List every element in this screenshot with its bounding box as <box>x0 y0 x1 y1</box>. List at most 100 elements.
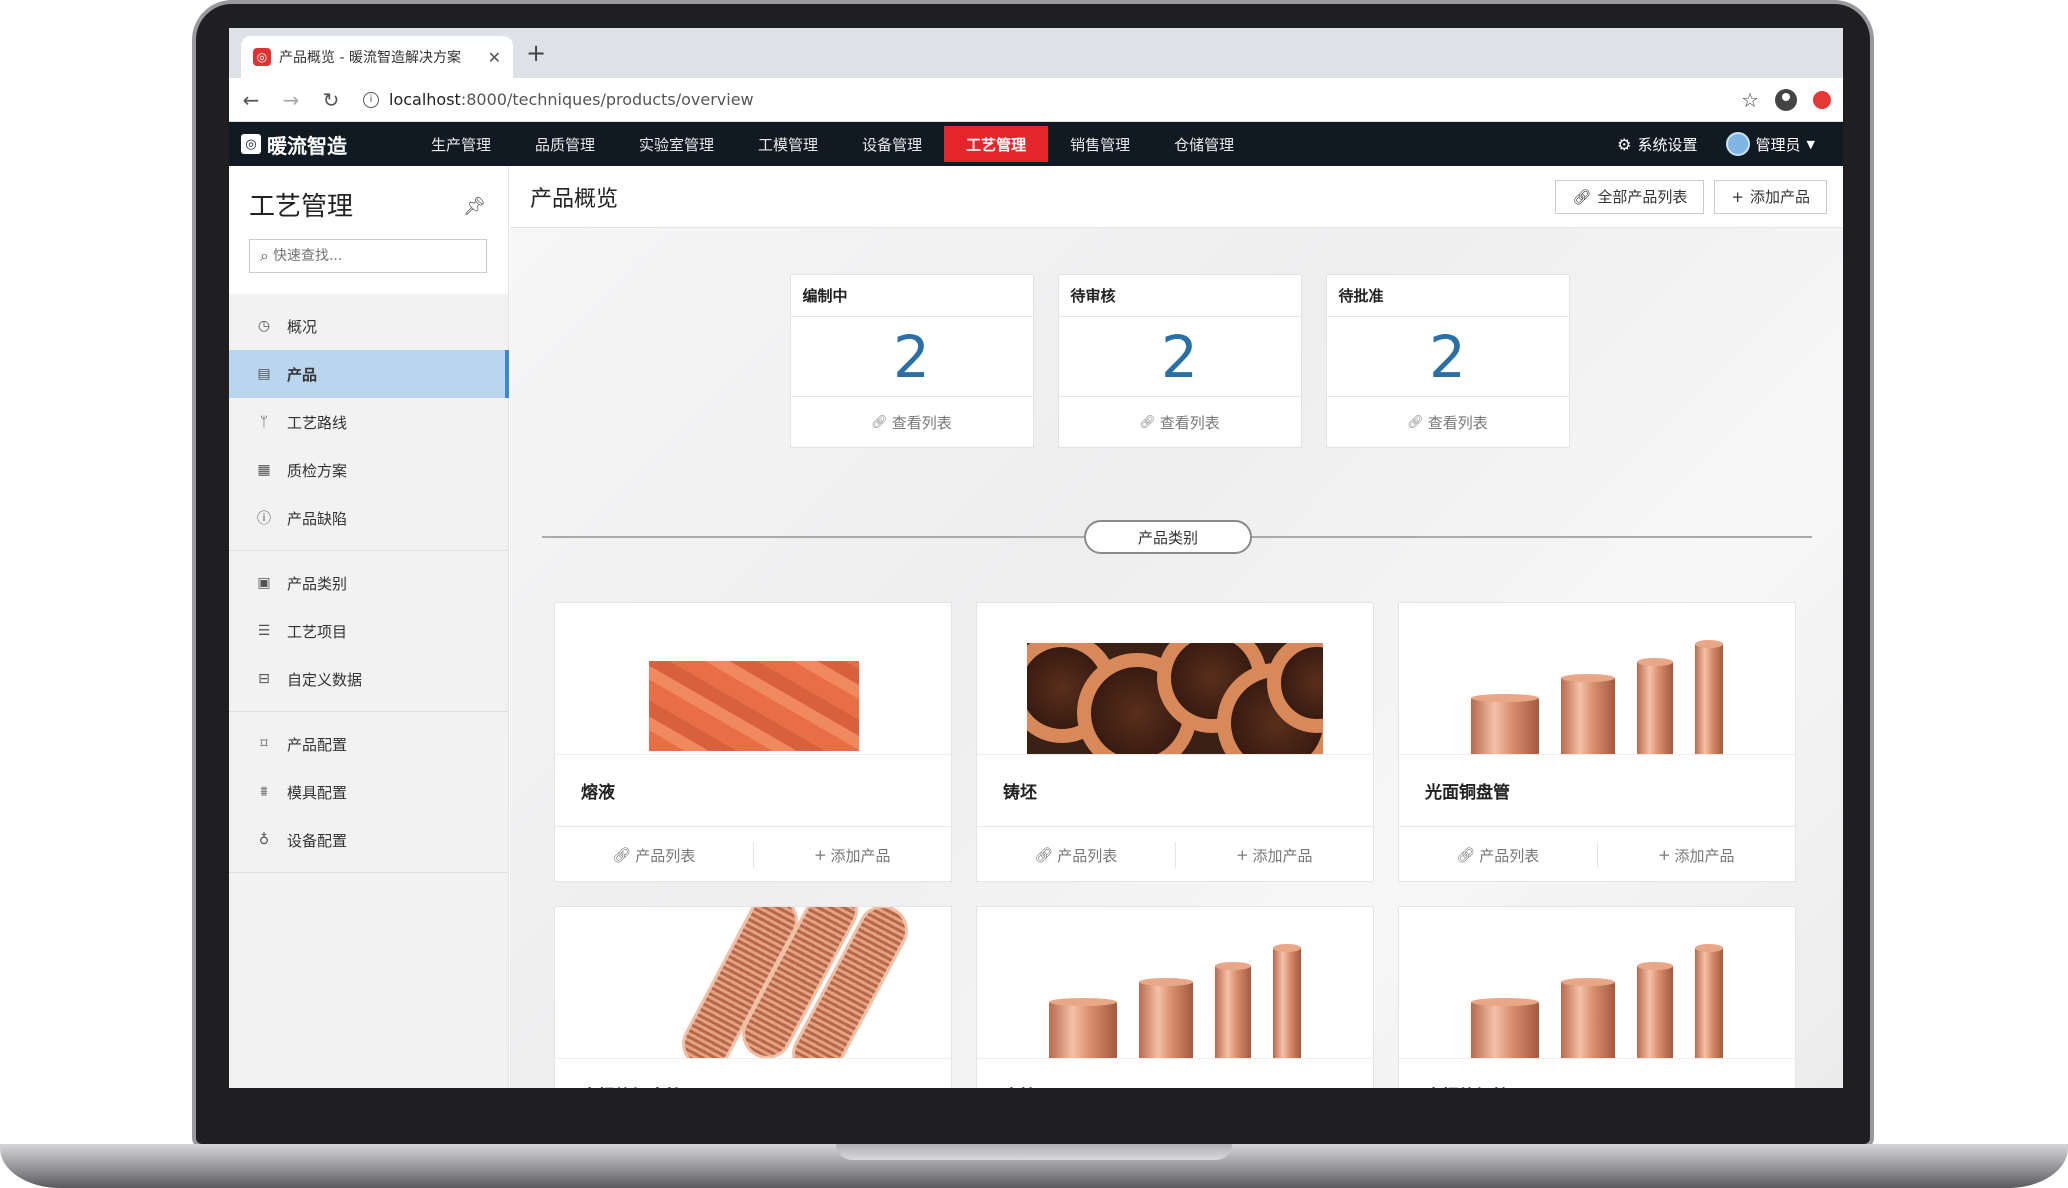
view-list-label: 查看列表 <box>891 413 952 432</box>
stat-card: 待批准 2 🔗︎ 查看列表 <box>1325 274 1570 448</box>
url-host: localhost <box>389 90 461 109</box>
menu-group: ◷ 概况 ▤ 产品 ᛘ 工艺路线 ▦ 质检方案 ⓘ 产品缺陷 <box>229 294 509 551</box>
stat-label: 待审核 <box>1058 275 1301 317</box>
category-icon: ▣ <box>257 575 271 591</box>
add-product-link[interactable]: + 添加产品 <box>1596 842 1796 868</box>
close-icon[interactable]: ✕ <box>488 48 501 67</box>
product-list-label: 产品列表 <box>1479 846 1540 865</box>
product-icon: ▤ <box>257 366 271 382</box>
category-card[interactable]: 铸坯 🔗︎ 产品列表 + 添加产品 <box>976 602 1374 882</box>
brand-name: 暖流智造 <box>267 133 347 158</box>
menu-group: ⌑ 产品配置 ⩩ 模具配置 ♁ 设备配置 <box>229 712 508 873</box>
topnav-item[interactable]: 设备管理 <box>840 126 944 162</box>
sidebar-item[interactable]: ⌑ 产品配置 <box>229 720 508 768</box>
search-box: ⌕ <box>249 239 487 273</box>
link-icon: 🔗︎ <box>1572 187 1592 206</box>
sidebar-menu: ◷ 概况 ▤ 产品 ᛘ 工艺路线 ▦ 质检方案 ⓘ 产品缺陷 ▣ 产品类别 ☰ 工艺项目 ⊟ 自定义数据 ⌑ 产品… <box>229 294 509 873</box>
extension-icon[interactable] <box>1813 90 1831 109</box>
sidebar-item-label: 自定义数据 <box>287 670 363 689</box>
tab-title: 产品概览 - 暖流智造解决方案 <box>279 50 461 66</box>
sidebar-item[interactable]: ▦ 质检方案 <box>229 446 508 494</box>
search-input[interactable] <box>272 248 473 264</box>
link-icon: 🔗︎ <box>1034 846 1054 864</box>
stat-value: 2 <box>790 317 1033 397</box>
category-card[interactable]: 熔液 🔗︎ 产品列表 + 添加产品 <box>554 602 952 882</box>
topnav-item[interactable]: 仓储管理 <box>1152 126 1256 162</box>
topnav-item[interactable]: 生产管理 <box>409 126 513 162</box>
product-list-link[interactable]: 🔗︎ 产品列表 <box>555 845 753 866</box>
sidebar-item[interactable]: ᛘ 工艺路线 <box>229 398 508 446</box>
app-header: ◎ 暖流智造 生产管理 品质管理 实验室管理 工模管理 设备管理 工艺管理 销售管理 仓储管理… <box>229 122 1843 166</box>
url-field[interactable]: i localhost:8000/techniques/products/ove… <box>363 90 1741 109</box>
inner-groove-tube-image <box>673 907 917 1058</box>
profile-icon[interactable] <box>1775 88 1797 111</box>
sidebar-item[interactable]: ▤ 产品 <box>229 350 509 398</box>
add-product-link[interactable]: + 添加产品 <box>752 842 952 868</box>
category-image <box>1399 907 1795 1059</box>
topnav-item[interactable]: 品质管理 <box>513 126 617 162</box>
topnav-item[interactable]: 工艺管理 <box>944 126 1049 162</box>
stat-label: 待批准 <box>1326 275 1569 317</box>
topnav-item[interactable]: 销售管理 <box>1048 126 1152 162</box>
view-list-link[interactable]: 🔗︎ 查看列表 <box>791 397 1033 447</box>
category-card[interactable]: 直管🔗︎产品列表+添加产品 <box>976 906 1374 1088</box>
topnav-item[interactable]: 实验室管理 <box>617 126 736 162</box>
topnav-item[interactable]: 工模管理 <box>736 126 840 162</box>
inspection-icon: ▦ <box>257 462 271 478</box>
category-name: 光面铜盘管 <box>1399 755 1795 827</box>
laptop-notch <box>836 1144 1232 1160</box>
sidebar-item[interactable]: ♁ 设备配置 <box>229 816 508 864</box>
forward-icon[interactable]: → <box>273 82 309 118</box>
copper-tubes-image <box>1471 944 1723 1058</box>
view-list-label: 查看列表 <box>1427 413 1488 432</box>
add-product-label: 添加产品 <box>1252 846 1313 865</box>
back-icon[interactable]: ← <box>233 82 269 118</box>
bookmark-star-icon[interactable]: ☆ <box>1741 88 1759 112</box>
sidebar-item[interactable]: ☰ 工艺项目 <box>229 607 508 655</box>
browser-tab[interactable]: ◎ 产品概览 - 暖流智造解决方案 ✕ <box>241 36 513 78</box>
sidebar-title: 工艺管理 <box>249 192 354 222</box>
stat-value: 2 <box>1058 317 1301 397</box>
category-card[interactable]: 光面铜盘管 🔗︎ 产品列表 + 添加产品 <box>1398 602 1796 882</box>
category-card[interactable]: 内螺纹铜盘管🔗︎产品列表+添加产品 <box>554 906 952 1088</box>
brand[interactable]: ◎ 暖流智造 <box>241 130 401 159</box>
category-image <box>555 907 951 1059</box>
product-list-link[interactable]: 🔗︎ 产品列表 <box>977 845 1175 866</box>
caret-down-icon: ▼ <box>1806 137 1815 151</box>
reload-icon[interactable]: ↻ <box>313 82 349 118</box>
add-product-link[interactable]: + 添加产品 <box>1174 842 1374 868</box>
category-card[interactable]: 内螺纹坯管🔗︎产品列表+添加产品 <box>1398 906 1796 1088</box>
copper-tubes-image <box>1471 640 1723 754</box>
sidebar-item-label: 产品类别 <box>287 574 348 593</box>
view-list-link[interactable]: 🔗︎ 查看列表 <box>1327 397 1569 447</box>
product-list-label: 产品列表 <box>1057 846 1118 865</box>
info-icon[interactable]: i <box>363 91 379 108</box>
sidebar-item-label: 概况 <box>287 317 318 336</box>
sidebar-item[interactable]: ⊟ 自定义数据 <box>229 655 508 703</box>
sidebar-item[interactable]: ◷ 概况 <box>229 302 508 350</box>
gear-icon: ⚙ <box>1617 134 1632 154</box>
system-settings-button[interactable]: ⚙ 系统设置 <box>1617 134 1697 155</box>
all-products-button[interactable]: 🔗︎ 全部产品列表 <box>1555 179 1705 214</box>
list-icon: ☰ <box>257 623 271 639</box>
pin-icon[interactable]: 📌︎ <box>463 196 486 217</box>
browser-tabbar: ◎ 产品概览 - 暖流智造解决方案 ✕ + <box>229 28 1843 78</box>
add-product-label: 添加产品 <box>830 846 891 865</box>
stat-value: 2 <box>1326 317 1569 397</box>
stat-label: 编制中 <box>790 275 1033 317</box>
category-image <box>555 603 951 755</box>
plus-icon: + <box>1657 846 1671 864</box>
sidebar-item[interactable]: ▣ 产品类别 <box>229 559 508 607</box>
product-list-link[interactable]: 🔗︎ 产品列表 <box>1399 845 1597 866</box>
user-menu[interactable]: 管理员 ▼ <box>1725 132 1815 156</box>
sidebar-item[interactable]: ⓘ 产品缺陷 <box>229 494 508 542</box>
sidebar-item-label: 工艺路线 <box>287 413 348 432</box>
new-tab-button[interactable]: + <box>521 38 551 68</box>
mold-icon: ⩩ <box>260 784 268 800</box>
menu-group: ▣ 产品类别 ☰ 工艺项目 ⊟ 自定义数据 <box>229 551 508 712</box>
view-list-link[interactable]: 🔗︎ 查看列表 <box>1059 397 1301 447</box>
copper-billet-image <box>1027 643 1323 754</box>
sidebar-item[interactable]: ⩩ 模具配置 <box>229 768 508 816</box>
plus-icon: + <box>1235 846 1249 864</box>
add-product-button[interactable]: + 添加产品 <box>1714 179 1827 214</box>
